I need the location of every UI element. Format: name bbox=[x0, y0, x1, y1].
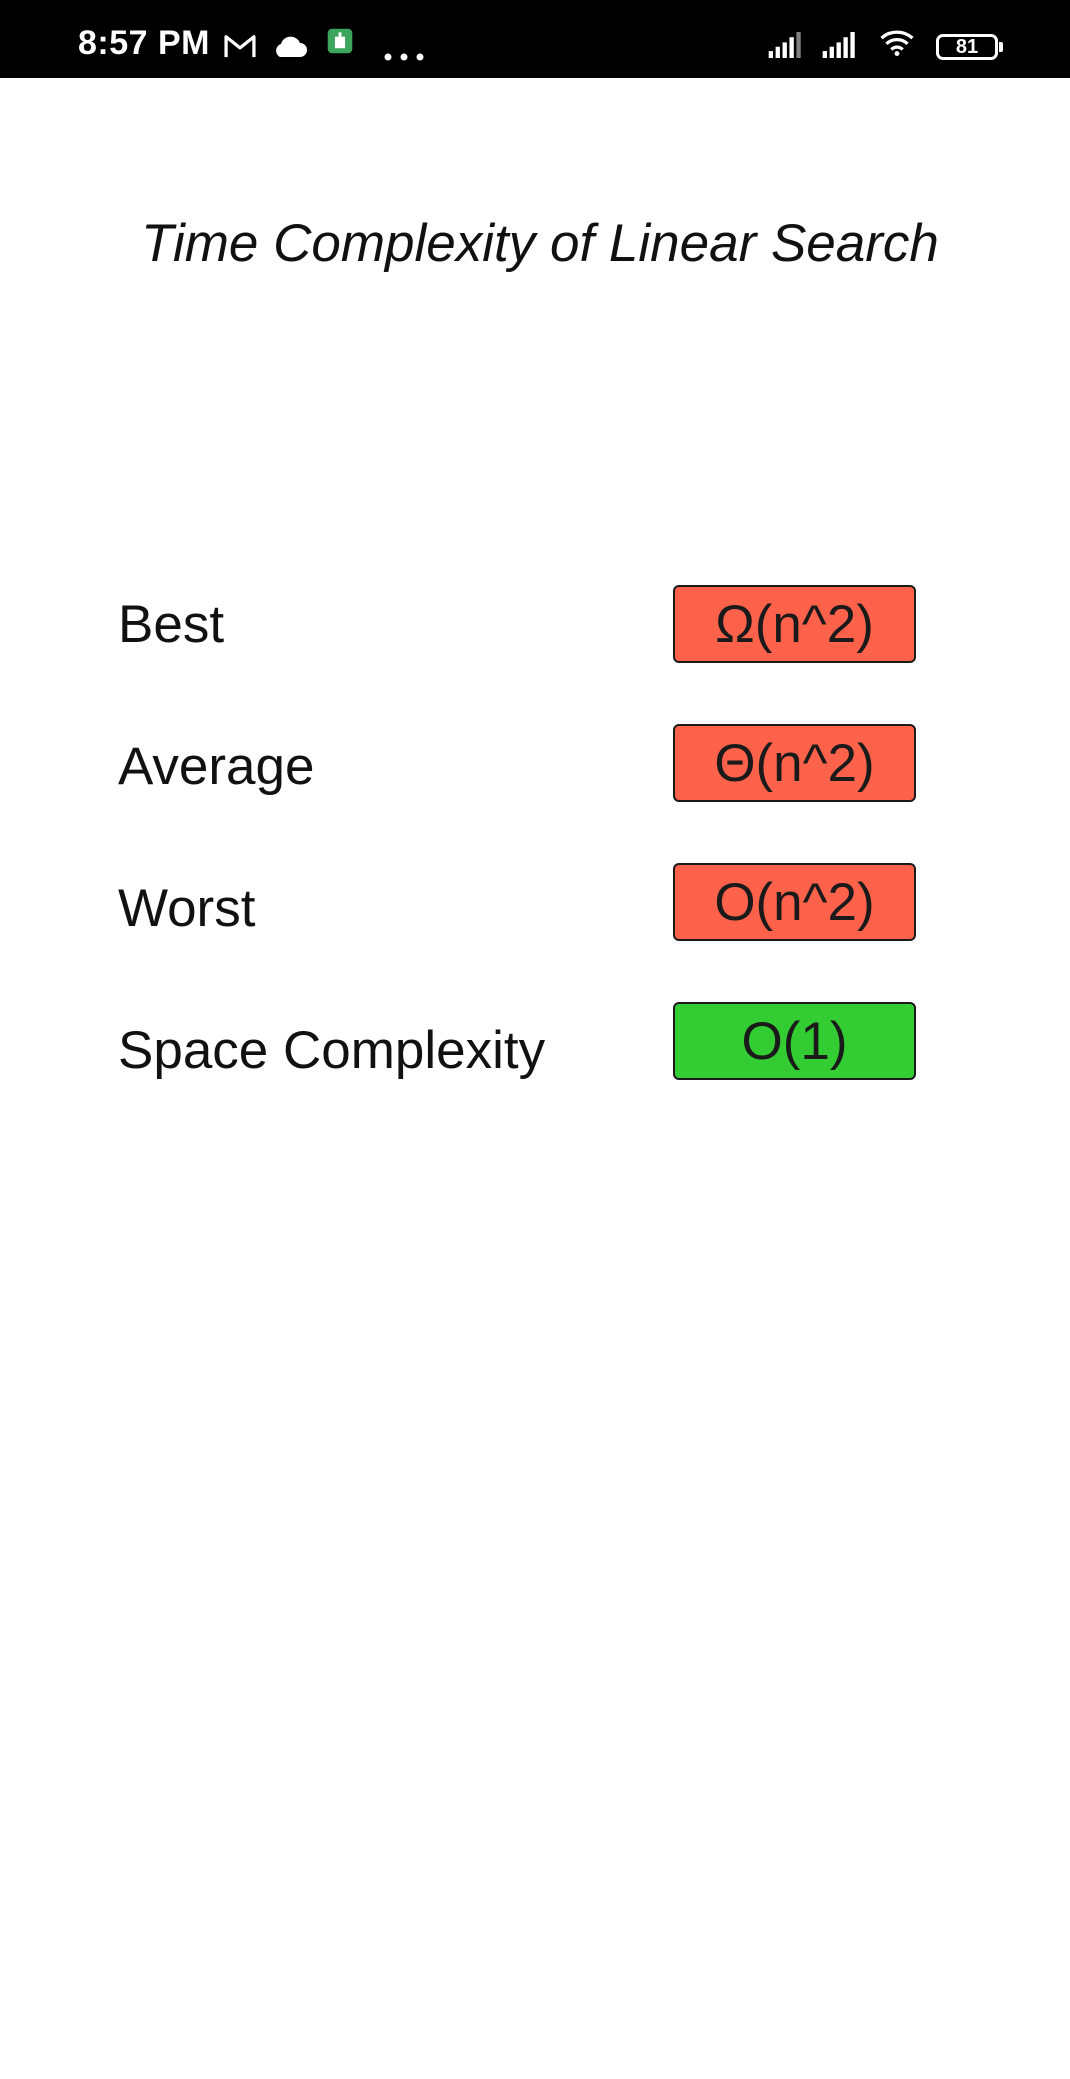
badge-space-complexity: O(1) bbox=[673, 1002, 916, 1080]
app-icon bbox=[327, 28, 353, 54]
label-average: Average bbox=[118, 737, 315, 796]
wifi-icon bbox=[880, 30, 914, 56]
battery-icon: 81 bbox=[936, 34, 998, 60]
label-space-complexity: Space Complexity bbox=[118, 1021, 546, 1080]
badge-average: Θ(n^2) bbox=[673, 724, 916, 802]
badge-worst: O(n^2) bbox=[673, 863, 916, 941]
status-time: 8:57 PM bbox=[78, 24, 210, 62]
signal-icon-2 bbox=[822, 32, 855, 58]
battery-tip bbox=[999, 42, 1003, 52]
label-worst: Worst bbox=[118, 879, 256, 938]
cloud-icon bbox=[276, 36, 307, 57]
badge-best: Ω(n^2) bbox=[673, 585, 916, 663]
more-icon bbox=[384, 53, 424, 61]
status-bar: 8:57 PM 81 bbox=[0, 0, 1070, 78]
label-best: Best bbox=[118, 595, 225, 654]
signal-icon bbox=[768, 32, 801, 58]
page-title: Time Complexity of Linear Search bbox=[141, 214, 939, 273]
gmail-icon bbox=[224, 35, 256, 58]
battery-level: 81 bbox=[955, 35, 979, 58]
